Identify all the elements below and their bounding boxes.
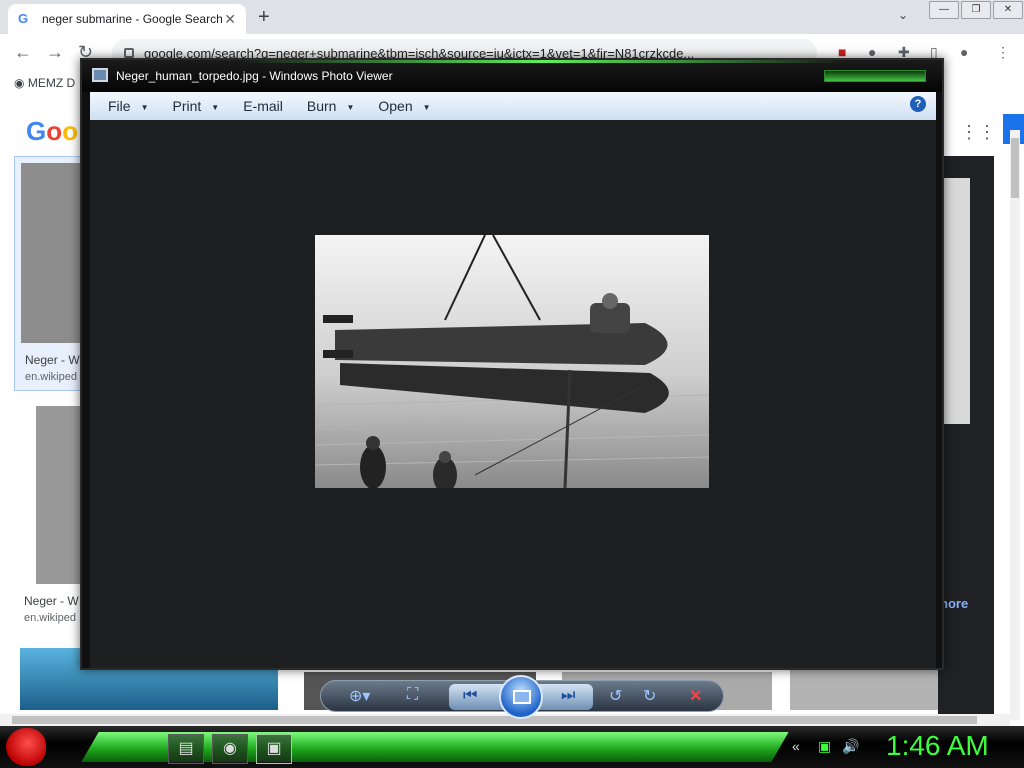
slideshow-button[interactable] [499, 675, 543, 719]
slideshow-icon [513, 690, 531, 704]
volume-icon[interactable]: 🔊 [842, 738, 859, 755]
delete-icon[interactable]: ✕ [689, 686, 702, 706]
torpedo-photo-image [315, 235, 709, 488]
menu-open[interactable]: Open ▼ [378, 98, 430, 114]
more-link[interactable]: nore [940, 596, 968, 611]
photo-viewer-app-icon [92, 68, 108, 82]
result-site: en.wikiped [24, 612, 76, 624]
minimize-button[interactable]: — [929, 1, 959, 19]
close-button[interactable]: ✕ [993, 1, 1023, 19]
menu-file[interactable]: File ▼ [108, 98, 148, 114]
window-controls: — ❐ ✕ [928, 0, 1024, 20]
horizontal-scrollbar[interactable] [0, 714, 1010, 726]
actual-size-icon[interactable]: ⛶ [407, 686, 418, 704]
result-card[interactable]: Neger - W en.wikiped [14, 156, 84, 391]
result-thumbnail [21, 163, 81, 343]
menu-email[interactable]: E-mail [243, 98, 283, 114]
tab-search-button[interactable]: ⌄ [898, 8, 908, 22]
menu-print[interactable]: Print ▼ [172, 98, 219, 114]
bookmark-memz[interactable]: MEMZ D [28, 76, 75, 90]
photo-canvas: ⊕▾ ⛶ ⏮ ⏭ ↺ ↻ ✕ [90, 120, 936, 719]
bookmark-icon: ◉ [14, 76, 25, 90]
taskbar-clock[interactable]: 1:46 AM [886, 730, 989, 762]
window-title: Neger_human_torpedo.jpg - Windows Photo … [116, 69, 393, 83]
result-title[interactable]: Neger - W [25, 353, 80, 367]
network-icon[interactable]: ▣ [818, 738, 831, 755]
start-button-angry-bird-icon[interactable] [6, 728, 46, 766]
chrome-icon[interactable]: ◉ [212, 734, 248, 764]
forward-icon[interactable]: → [46, 42, 64, 63]
photo-viewer-menu-bar: File ▼ Print ▼ E-mail Burn ▼ Open ▼ ? [90, 92, 936, 120]
tab-title: neger submarine - Google Search [42, 12, 223, 26]
result-thumbnail[interactable] [36, 406, 82, 584]
previous-icon[interactable]: ⏮ [463, 687, 477, 705]
file-explorer-icon[interactable]: ▤ [168, 734, 204, 764]
photo-viewer-titlebar[interactable]: Neger_human_torpedo.jpg - Windows Photo … [82, 60, 942, 92]
vertical-scrollbar[interactable] [1010, 130, 1020, 720]
rotate-clockwise-icon[interactable]: ↻ [643, 686, 656, 706]
next-icon[interactable]: ⏭ [561, 687, 575, 705]
photo-viewer-taskbar-icon[interactable]: ▣ [256, 734, 292, 764]
tab-strip: G neger submarine - Google Search ✕ + ⌄ … [0, 0, 1024, 34]
lock-icon [124, 48, 134, 58]
browser-tab[interactable]: G neger submarine - Google Search ✕ [8, 4, 246, 34]
result-site: en.wikiped [25, 371, 77, 383]
titlebar-glow [242, 60, 842, 63]
dropdown-caret-icon: ▼ [211, 102, 220, 112]
torpedo-photo [315, 235, 709, 488]
new-tab-button[interactable]: + [258, 6, 270, 29]
zoom-icon[interactable]: ⊕▾ [349, 686, 370, 706]
help-icon[interactable]: ? [910, 96, 926, 112]
google-favicon-icon: G [18, 11, 29, 26]
result-title[interactable]: Neger - W [24, 594, 79, 608]
dropdown-caret-icon: ▼ [140, 102, 149, 112]
restore-button[interactable]: ❐ [961, 1, 991, 19]
preview-image [942, 178, 970, 424]
menu-burn[interactable]: Burn ▼ [307, 98, 355, 114]
google-logo[interactable]: Goo [26, 116, 78, 147]
rotate-counterclockwise-icon[interactable]: ↺ [609, 686, 622, 706]
tray-arrow-icon[interactable]: « [792, 738, 800, 754]
back-icon[interactable]: ← [14, 42, 32, 63]
menu-icon[interactable]: ⋮ [996, 44, 1010, 61]
window-controls[interactable] [824, 70, 926, 82]
taskbar: ▤ ◉ ▣ « ▣ 🔊 1:46 AM [0, 726, 1024, 768]
dropdown-caret-icon: ▼ [422, 102, 431, 112]
photo-viewer-window: Neger_human_torpedo.jpg - Windows Photo … [80, 58, 944, 719]
viewer-control-bar: ⊕▾ ⛶ ⏮ ⏭ ↺ ↻ ✕ [320, 675, 724, 719]
preview-panel [938, 156, 994, 716]
tab-close-icon[interactable]: ✕ [224, 11, 236, 28]
dropdown-caret-icon: ▼ [346, 102, 355, 112]
profile-icon[interactable]: ● [960, 44, 968, 60]
